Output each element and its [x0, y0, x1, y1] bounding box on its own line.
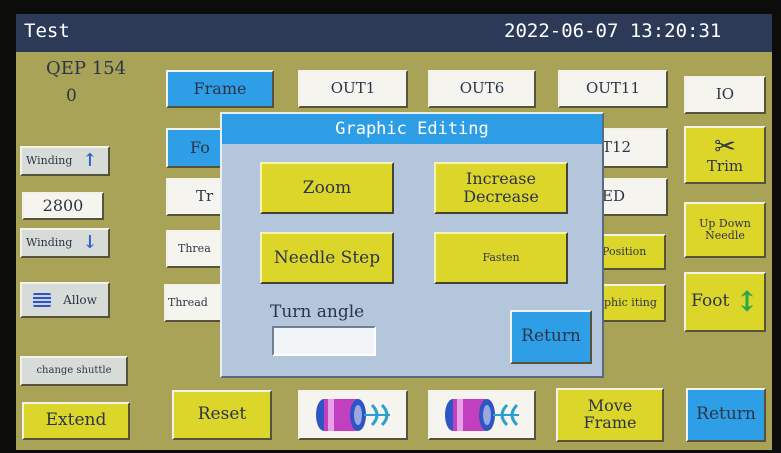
fo-button[interactable]: Fo	[166, 128, 226, 168]
needle-step-button[interactable]: Needle Step	[260, 232, 394, 284]
vertical-double-arrow-icon: ↕	[735, 285, 759, 319]
model-label: QEP 154	[46, 58, 127, 79]
allow-button[interactable]: Allow	[20, 282, 110, 318]
threa-label: Threa	[178, 242, 211, 256]
out11-button[interactable]: OUT11	[558, 70, 668, 108]
out6-label: OUT6	[459, 79, 505, 98]
io-button[interactable]: IO	[684, 76, 766, 114]
fasten-button[interactable]: Fasten	[434, 232, 568, 284]
title-bar: Test 2022-06-07 13:20:31	[16, 14, 772, 52]
tr-button[interactable]: Tr	[166, 178, 226, 216]
io-label: IO	[715, 85, 735, 104]
out12-button[interactable]: T12	[596, 128, 668, 168]
bobbin-unwind-button[interactable]	[428, 390, 536, 440]
winding-value: 2800	[42, 195, 84, 215]
graphic-editing-label: phic iting	[604, 296, 657, 310]
zoom-label: Zoom	[302, 177, 352, 198]
bobbin-wind-button[interactable]	[298, 390, 408, 440]
up-down-needle-button[interactable]: Up Down Needle	[684, 202, 766, 258]
winding-up-button[interactable]: Winding ↑	[20, 146, 110, 176]
increase-decrease-label: Increase Decrease	[463, 169, 539, 206]
fasten-label: Fasten	[482, 250, 520, 264]
out12-label: T12	[602, 138, 632, 157]
datetime-display: 2022-06-07 13:20:31	[504, 20, 722, 42]
position-label: Position	[602, 245, 647, 259]
arrow-up-icon: ↑	[82, 149, 98, 171]
bobbin-icon	[316, 399, 390, 431]
return-label: Return	[696, 404, 756, 425]
return-button[interactable]: Return	[686, 388, 766, 442]
scissors-icon: ✂	[714, 132, 736, 163]
extend-label: Extend	[45, 410, 107, 431]
ed-button[interactable]: ED	[596, 178, 668, 216]
frame-label: Frame	[193, 78, 247, 98]
thread-label: Thread	[168, 296, 208, 310]
frame-button[interactable]: Frame	[166, 70, 274, 108]
winding-down-label: Winding	[26, 236, 73, 250]
dialog-return-label: Return	[521, 326, 581, 347]
position-button[interactable]: Position	[600, 234, 666, 270]
out11-label: OUT11	[585, 79, 641, 98]
change-shuttle-button[interactable]: change shuttle	[20, 356, 128, 386]
out1-button[interactable]: OUT1	[298, 70, 408, 108]
change-shuttle-label: change shuttle	[36, 364, 112, 376]
fo-label: Fo	[190, 137, 210, 157]
move-frame-button[interactable]: Move Frame	[556, 388, 664, 442]
threa-button[interactable]: Threa	[166, 230, 226, 268]
needle-step-label: Needle Step	[273, 247, 381, 268]
dialog-title: Graphic Editing	[222, 114, 602, 144]
reset-label: Reset	[197, 404, 247, 425]
counter-value: 0	[66, 86, 77, 106]
arrow-down-icon: ↓	[82, 231, 98, 253]
allow-label: Allow	[63, 292, 97, 307]
turn-angle-label: Turn angle	[270, 302, 365, 322]
spring-icon	[33, 293, 52, 307]
graphic-editing-dialog: Graphic Editing Zoom Increase Decrease N…	[220, 112, 604, 378]
trim-label: Trim	[706, 157, 744, 176]
ed-label: ED	[602, 187, 625, 206]
up-down-needle-label: Up Down Needle	[699, 217, 751, 242]
dialog-return-button[interactable]: Return	[510, 310, 592, 364]
extend-button[interactable]: Extend	[22, 402, 130, 440]
trim-button[interactable]: ✂ Trim	[684, 126, 766, 184]
foot-label: Foot	[691, 291, 730, 312]
winding-value-field[interactable]: 2800	[22, 192, 104, 220]
hmi-screen: Test 2022-06-07 13:20:31 QEP 154 0 Windi…	[16, 14, 772, 450]
graphic-editing-button[interactable]: phic iting	[600, 284, 666, 322]
screen-title: Test	[24, 20, 70, 42]
reset-button[interactable]: Reset	[172, 390, 272, 440]
out6-button[interactable]: OUT6	[428, 70, 536, 108]
zoom-button[interactable]: Zoom	[260, 162, 394, 214]
move-frame-label: Move Frame	[583, 396, 637, 432]
thread-button[interactable]: Thread	[164, 284, 224, 322]
bobbin-icon	[445, 399, 519, 431]
winding-up-label: Winding	[26, 154, 73, 168]
winding-down-button[interactable]: Winding ↓	[20, 228, 110, 258]
turn-angle-input[interactable]	[272, 326, 376, 356]
tr-label: Tr	[196, 187, 214, 206]
out1-label: OUT1	[330, 79, 376, 98]
foot-button[interactable]: Foot ↕	[684, 272, 766, 332]
increase-decrease-button[interactable]: Increase Decrease	[434, 162, 568, 214]
